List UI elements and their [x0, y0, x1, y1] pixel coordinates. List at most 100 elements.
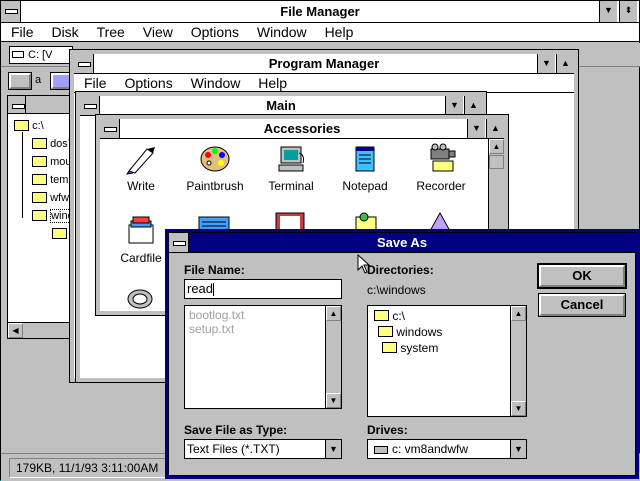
write-app-icon[interactable]: Write [104, 143, 178, 193]
icon-label: Recorder [416, 179, 466, 193]
save-type-select[interactable]: Text Files (*.TXT) ▼ [184, 439, 342, 459]
file-name-value: read [187, 281, 214, 296]
paintbrush-app-icon[interactable]: Paintbrush [178, 143, 252, 193]
menu-help[interactable]: Help [258, 75, 287, 91]
drive-icon [12, 51, 24, 58]
directory-item-label: c:\ [392, 309, 406, 323]
menu-file[interactable]: File [84, 75, 107, 91]
character-map-app-icon[interactable] [424, 211, 456, 232]
tree-item[interactable]: wfw [32, 191, 70, 204]
save-as-title[interactable]: Save As [169, 233, 635, 253]
directory-list-scrollbar[interactable]: ▲ ▼ [510, 306, 526, 416]
tree-item[interactable]: dos7 [32, 137, 74, 150]
object-packager-app-icon[interactable] [350, 211, 382, 232]
scroll-up-icon[interactable]: ▲ [489, 139, 504, 154]
file-list-item[interactable]: setup.txt [189, 322, 234, 336]
clock-app-icon[interactable] [274, 211, 306, 232]
icon-label: Notepad [342, 179, 388, 193]
scroll-down-icon[interactable]: ▼ [326, 393, 341, 408]
scroll-thumb[interactable] [489, 155, 504, 169]
file-list[interactable]: bootlog.txt setup.txt ▲ ▼ [184, 305, 342, 409]
text-cursor [213, 283, 215, 297]
menu-view[interactable]: View [143, 24, 173, 40]
drives-select[interactable]: c: vm8andwfw ▼ [367, 439, 527, 459]
directory-item[interactable]: c:\ [374, 309, 405, 323]
menu-window[interactable]: Window [257, 24, 307, 40]
pen-icon [125, 143, 157, 175]
folder-icon [52, 227, 67, 239]
drive-select[interactable]: C: [V [9, 46, 73, 64]
program-manager-system-menu-icon[interactable] [74, 54, 94, 73]
file-list-item[interactable]: bootlog.txt [189, 308, 244, 322]
main-system-menu-icon[interactable] [80, 96, 100, 115]
file-list-scrollbar[interactable]: ▲ ▼ [325, 306, 341, 408]
directory-list[interactable]: c:\ windows system ▲ ▼ [367, 305, 527, 417]
menu-tree[interactable]: Tree [97, 24, 125, 40]
tree-item-label: wfw [50, 192, 70, 204]
minimize-icon[interactable]: ▼ [599, 1, 617, 22]
tree-item[interactable]: c:\ [14, 119, 44, 132]
tree-horizontal-scrollbar[interactable]: ◀ [8, 322, 78, 338]
file-list-item-label: bootlog.txt [189, 308, 245, 322]
cardfile-app-icon[interactable]: Cardfile [104, 215, 178, 265]
recorder-app-icon[interactable]: Recorder [404, 143, 478, 193]
tree-line [22, 132, 23, 218]
drive-a-label: a [35, 74, 42, 86]
scroll-up-icon[interactable]: ▲ [326, 306, 341, 321]
program-manager-title[interactable]: Program Manager [74, 54, 574, 74]
notepad-app-icon[interactable]: Notepad [328, 143, 402, 193]
maximize-icon[interactable]: ▲ [486, 119, 504, 138]
drives-label-text: Drives: [367, 423, 408, 437]
drive-a-icon[interactable] [8, 72, 32, 90]
scroll-up-icon[interactable]: ▲ [511, 306, 526, 321]
scroll-left-icon[interactable]: ◀ [8, 323, 23, 338]
dropdown-arrow-icon[interactable]: ▼ [510, 440, 526, 458]
calculator-app-icon[interactable] [198, 215, 230, 232]
icon-label: Terminal [268, 179, 314, 193]
file-name-label: File Name: [184, 263, 245, 277]
terminal-app-icon[interactable]: Terminal [254, 143, 328, 193]
save-type-label-text: Save File as Type: [184, 423, 288, 437]
folder-icon [32, 137, 47, 149]
directory-item[interactable]: system [382, 341, 438, 355]
maximize-icon[interactable]: ▲ [464, 96, 482, 115]
tree-item-label: mou [50, 156, 72, 168]
directory-item-label: windows [396, 325, 443, 339]
main-group-title[interactable]: Main [80, 96, 482, 116]
tree-pane-system-menu-icon[interactable] [8, 96, 26, 113]
scroll-down-icon[interactable]: ▼ [511, 401, 526, 416]
maximize-icon[interactable]: ▲ [556, 54, 574, 73]
accessories-title[interactable]: Accessories [100, 119, 504, 139]
menu-options[interactable]: Options [124, 75, 172, 91]
minimize-icon[interactable]: ▼ [445, 96, 463, 115]
directory-item-selected[interactable]: windows [378, 325, 442, 339]
cardfile-icon [125, 215, 157, 247]
menu-help[interactable]: Help [325, 24, 354, 40]
minimize-icon[interactable]: ▼ [467, 119, 485, 138]
save-type-label: Save File as Type: [184, 423, 287, 437]
restore-icon[interactable]: ⬍ [619, 1, 637, 22]
folder-open-icon [32, 209, 47, 221]
file-manager-title[interactable]: File Manager [1, 1, 639, 23]
accessories-system-menu-icon[interactable] [100, 119, 120, 138]
tree-item[interactable]: temp [32, 173, 75, 186]
menu-file[interactable]: File [11, 24, 34, 40]
menu-window[interactable]: Window [191, 75, 241, 91]
directory-tree-pane[interactable]: c:\ dos7 mou temp wfw wind s ◀ [7, 95, 80, 339]
media-player-app-icon[interactable] [124, 285, 156, 311]
icon-label: Paintbrush [186, 179, 244, 193]
menu-options[interactable]: Options [191, 24, 239, 40]
drive-select-text: C: [V [28, 49, 53, 61]
dropdown-arrow-icon[interactable]: ▼ [325, 440, 341, 458]
tree-item-selected[interactable]: wind [32, 209, 75, 223]
minimize-icon[interactable]: ▼ [537, 54, 555, 73]
file-manager-system-menu-icon[interactable] [1, 1, 21, 22]
menu-disk[interactable]: Disk [51, 24, 78, 40]
ok-button[interactable]: OK [537, 263, 627, 289]
save-as-system-menu-icon[interactable] [169, 233, 189, 252]
file-name-input[interactable]: read [184, 279, 342, 299]
cancel-button-label: Cancel [560, 297, 604, 312]
cancel-button[interactable]: Cancel [538, 293, 626, 317]
save-as-dialog[interactable]: Save As File Name: read bootlog.txt setu… [165, 229, 639, 479]
tree-item[interactable]: mou [32, 155, 72, 168]
